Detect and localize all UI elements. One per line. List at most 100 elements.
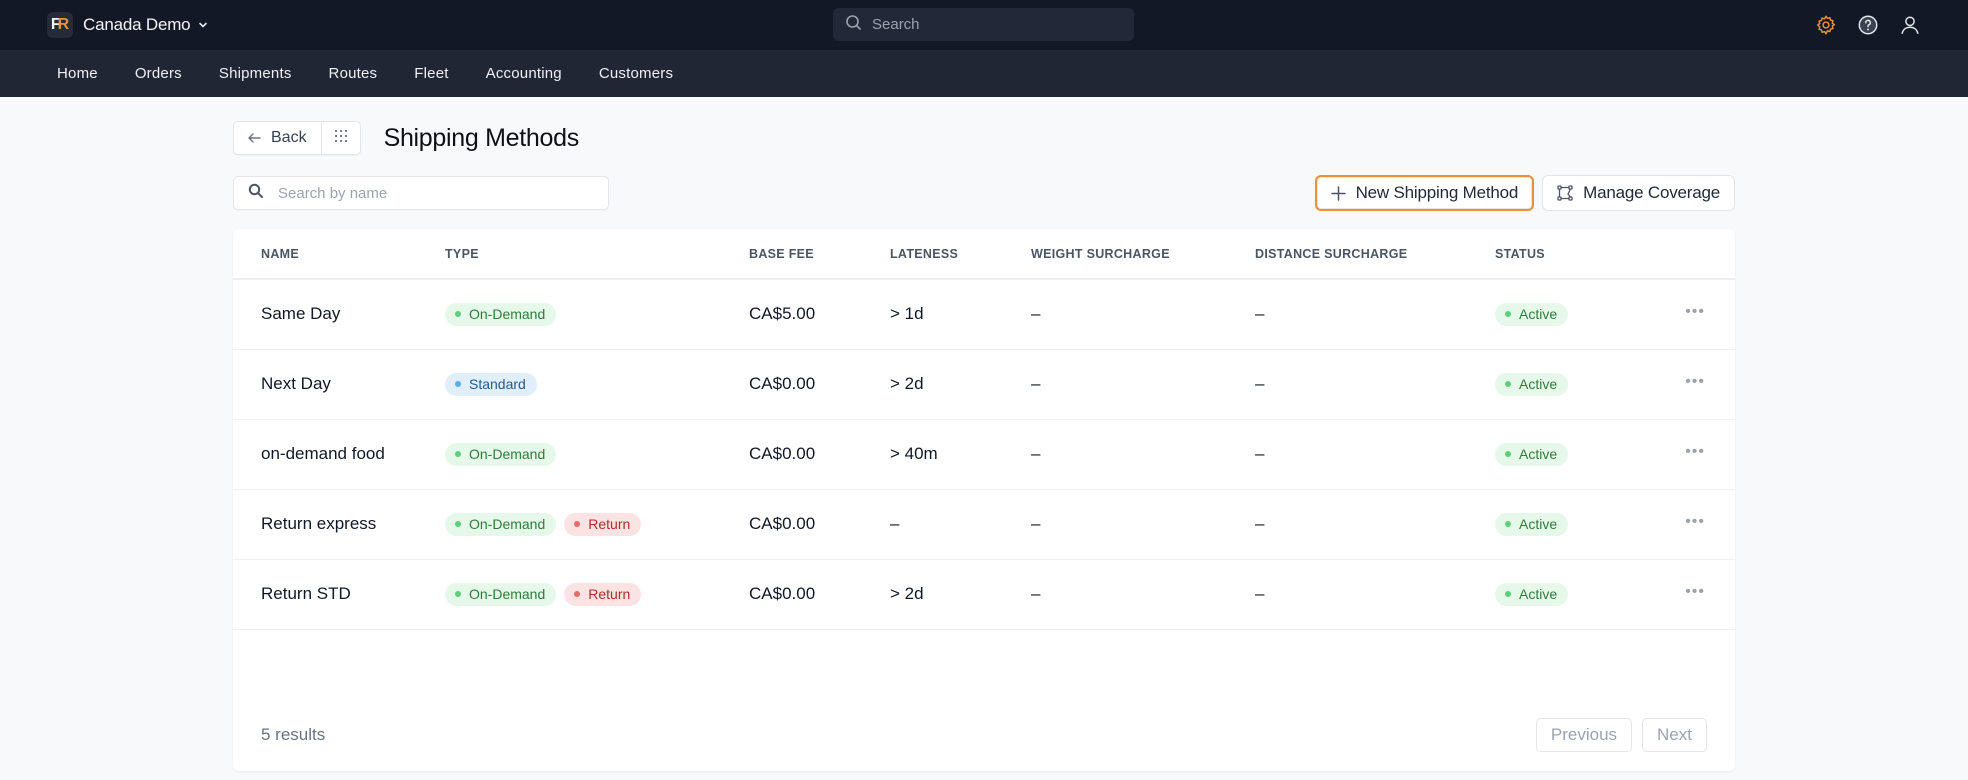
status-dot-icon <box>574 521 581 527</box>
type-badge: On-Demand <box>445 442 557 466</box>
method-name: Return STD <box>233 559 445 630</box>
more-options-icon[interactable]: ••• <box>1685 443 1705 461</box>
status-label: Active <box>1519 376 1558 392</box>
weight-surcharge: – <box>1031 419 1255 490</box>
nav-orders[interactable]: Orders <box>135 65 182 82</box>
row-actions-cell: ••• <box>1655 349 1735 420</box>
status-dot-icon <box>455 451 461 457</box>
row-actions-cell: ••• <box>1655 559 1735 630</box>
nav-home[interactable]: Home <box>57 65 98 82</box>
manage-coverage-label: Manage Coverage <box>1583 183 1720 202</box>
org-switcher[interactable]: FR Canada Demo <box>47 12 208 38</box>
new-shipping-method-label: New Shipping Method <box>1355 183 1519 202</box>
lateness: > 2d <box>890 559 1031 630</box>
type-badge-label: Return <box>588 516 631 532</box>
table-header-row: NAME TYPE BASE FEE LATENESS WEIGHT SURCH… <box>233 229 1735 280</box>
plus-icon <box>1330 185 1346 201</box>
column-header-weight-surcharge[interactable]: WEIGHT SURCHARGE <box>1031 229 1255 280</box>
name-search[interactable] <box>233 176 609 210</box>
manage-coverage-button[interactable]: Manage Coverage <box>1542 175 1735 211</box>
more-options-icon[interactable]: ••• <box>1685 373 1705 391</box>
table-row[interactable]: Next Day Standard CA$0.00 > 2d – – Active ••• <box>233 349 1735 420</box>
nav-shipments[interactable]: Shipments <box>219 65 292 82</box>
settings-gear-icon[interactable] <box>1813 12 1838 37</box>
status-dot-icon <box>1505 381 1511 387</box>
method-name: Next Day <box>233 349 445 420</box>
page-title: Shipping Methods <box>383 123 580 152</box>
distance-surcharge: – <box>1255 489 1495 560</box>
user-profile-icon[interactable] <box>1897 12 1922 37</box>
method-name: on-demand food <box>233 419 445 490</box>
status-cell: Active <box>1495 279 1655 350</box>
column-header-base-fee[interactable]: BASE FEE <box>749 229 890 280</box>
status-dot-icon <box>455 591 461 597</box>
name-search-input[interactable] <box>278 184 598 202</box>
base-fee: CA$5.00 <box>749 279 890 350</box>
distance-surcharge: – <box>1255 349 1495 420</box>
apps-grid-button[interactable] <box>322 122 360 154</box>
type-badge-label: Standard <box>469 376 526 392</box>
type-badge-label: On-Demand <box>469 306 546 323</box>
row-actions-cell: ••• <box>1655 489 1735 560</box>
more-options-icon[interactable]: ••• <box>1685 513 1705 531</box>
status-dot-icon <box>1505 521 1511 527</box>
lateness: > 40m <box>890 419 1031 490</box>
more-options-icon[interactable]: ••• <box>1685 583 1705 601</box>
coverage-polygon-icon <box>1557 185 1573 201</box>
global-search[interactable] <box>833 8 1134 41</box>
table-row[interactable]: Return STD On-Demand Return CA$0.00 > 2d – – Ac… <box>233 559 1735 630</box>
type-badge: Standard <box>445 372 537 396</box>
shipping-methods-table: NAME TYPE BASE FEE LATENESS WEIGHT SURCH… <box>233 229 1735 630</box>
type-badge: Return <box>564 582 642 606</box>
lateness: > 1d <box>890 279 1031 350</box>
global-search-input[interactable] <box>872 16 1122 33</box>
column-header-status[interactable]: STATUS <box>1495 229 1655 280</box>
more-options-icon[interactable]: ••• <box>1685 303 1705 321</box>
base-fee: CA$0.00 <box>749 349 890 420</box>
arrow-left-icon <box>248 130 261 146</box>
status-label: Active <box>1519 586 1558 602</box>
distance-surcharge: – <box>1255 559 1495 630</box>
new-shipping-method-button[interactable]: New Shipping Method <box>1314 175 1535 211</box>
method-type-cell: Standard <box>445 349 749 420</box>
method-type-cell: On-Demand Return <box>445 489 749 560</box>
help-icon[interactable] <box>1855 12 1880 37</box>
status-label: Active <box>1519 306 1558 323</box>
table-row[interactable]: Return express On-Demand Return CA$0.00– – – A… <box>233 489 1735 560</box>
grid-dots-icon <box>334 129 348 148</box>
chevron-down-icon <box>198 20 208 30</box>
type-badge: Return <box>564 512 642 536</box>
pagination: Previous Next <box>1535 718 1707 752</box>
main-nav: Home Orders Shipments Routes Fleet Accou… <box>0 50 1968 97</box>
status-cell: Active <box>1495 349 1655 420</box>
status-label: Active <box>1519 516 1558 532</box>
column-header-distance-surcharge[interactable]: DISTANCE SURCHARGE <box>1255 229 1495 280</box>
page-content: Back Shipping Methods Search by name New… <box>233 97 1735 771</box>
status-dot-icon <box>455 521 461 527</box>
table-row[interactable]: on-demand food On-Demand CA$0.00 > 40m – – Act… <box>233 419 1735 490</box>
column-header-name[interactable]: NAME <box>233 229 445 280</box>
next-page-button[interactable]: Next <box>1642 718 1707 752</box>
status-badge: Active <box>1495 582 1569 606</box>
table-footer: 5 results Previous Next <box>233 699 1735 771</box>
nav-customers[interactable]: Customers <box>599 65 673 82</box>
weight-surcharge: – <box>1031 489 1255 560</box>
column-header-lateness[interactable]: LATENESS <box>890 229 1031 280</box>
nav-accounting[interactable]: Accounting <box>486 65 562 82</box>
column-header-actions <box>1655 229 1735 280</box>
status-cell: Active <box>1495 419 1655 490</box>
status-badge: Active <box>1495 512 1569 536</box>
results-count: 5 results <box>261 725 326 744</box>
row-actions-cell: ••• <box>1655 279 1735 350</box>
nav-fleet[interactable]: Fleet <box>414 65 448 82</box>
weight-surcharge: – <box>1031 349 1255 420</box>
back-button[interactable]: Back <box>234 122 322 154</box>
weight-surcharge: – <box>1031 279 1255 350</box>
previous-page-button[interactable]: Previous <box>1535 718 1633 752</box>
table-row[interactable]: Same Day On-Demand CA$5.00 > 1d – – Active ••• <box>233 279 1735 350</box>
column-header-type[interactable]: TYPE <box>445 229 749 280</box>
base-fee: CA$0.00 <box>749 559 890 630</box>
method-type-cell: On-Demand <box>445 279 749 350</box>
distance-surcharge: – <box>1255 419 1495 490</box>
nav-routes[interactable]: Routes <box>329 65 378 82</box>
